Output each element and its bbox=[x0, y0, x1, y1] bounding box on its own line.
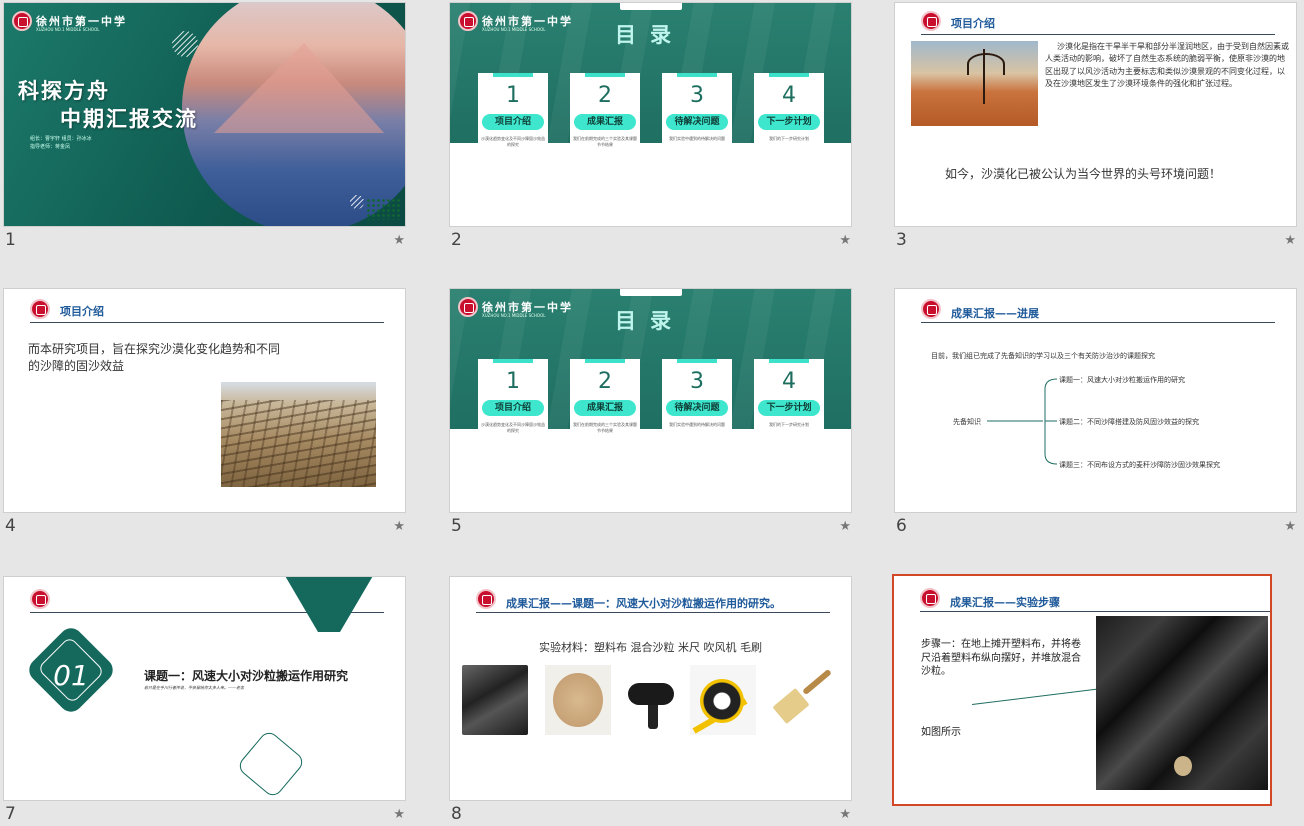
slide-thumbnail-3[interactable]: 项目介绍 沙漠化是指在干旱半干旱和部分半湿润地区，由于受到自然因素或人类活动的影… bbox=[894, 2, 1304, 252]
slide-thumbnail-6[interactable]: 成果汇报——进展 目前，我们组已完成了先备知识的学习以及三个有关防沙治沙的课题探… bbox=[894, 288, 1304, 538]
pointer-line bbox=[971, 688, 1097, 705]
slide-canvas[interactable]: 成果汇报——课题一：风速大小对沙粒搬运作用的研究。 实验材料：塑料布 混合沙粒 … bbox=[449, 576, 852, 801]
slide-body-text: 而本研究项目，旨在探究沙漠化变化趋势和不同的沙障的固沙效益 bbox=[28, 342, 281, 374]
hair-dryer-image bbox=[620, 665, 686, 735]
school-name-en: XUZHOU NO.1 MIDDLE SCHOOL bbox=[36, 27, 100, 32]
toc-title: 目录 bbox=[615, 309, 685, 333]
slide-number: 3 bbox=[896, 230, 907, 250]
stripe-decoration bbox=[350, 195, 364, 209]
slide-meta-members: 组长：曹宇轩 组员：孙冰冰 bbox=[30, 136, 92, 142]
slide-number: 6 bbox=[896, 516, 907, 536]
slide-canvas[interactable]: 项目介绍 而本研究项目，旨在探究沙漠化变化趋势和不同的沙障的固沙效益 bbox=[3, 288, 406, 513]
school-logo-icon bbox=[30, 299, 50, 319]
school-logo-icon bbox=[921, 11, 941, 31]
slide-heading: 成果汇报——课题一：风速大小对沙粒搬运作用的研究。 bbox=[506, 597, 781, 610]
materials-list: 实验材料：塑料布 混合沙粒 米尺 吹风机 毛刷 bbox=[539, 641, 762, 654]
slide-title-line1: 科探方舟 bbox=[18, 79, 110, 103]
section-number: 01 bbox=[53, 659, 89, 692]
tree-connector-lines bbox=[987, 378, 1058, 465]
school-logo-icon bbox=[458, 11, 478, 31]
slide-canvas[interactable]: 成果汇报——进展 目前，我们组已完成了先备知识的学习以及三个有关防沙治沙的课题探… bbox=[894, 288, 1297, 513]
slide-canvas[interactable]: 徐州市第一中学 XUZHOU NO.1 MIDDLE SCHOOL 科探方舟 中… bbox=[3, 2, 406, 227]
tree-topic-node: 课题一：风速大小对沙粒搬运作用的研究 bbox=[1059, 376, 1185, 384]
slide-canvas[interactable]: 徐州市第一中学 XUZHOU NO.1 MIDDLE SCHOOL 目录 1 项目… bbox=[449, 2, 852, 227]
slide-thumbnail-2[interactable]: 徐州市第一中学 XUZHOU NO.1 MIDDLE SCHOOL 目录 1 项目… bbox=[449, 2, 859, 252]
desert-image bbox=[911, 41, 1038, 126]
toc-card: 4 下一步计划 我们的下一步研究计划 bbox=[754, 73, 824, 165]
outline-decoration bbox=[235, 728, 307, 800]
star-icon[interactable]: ★ bbox=[1284, 233, 1296, 248]
star-icon[interactable]: ★ bbox=[1284, 519, 1296, 534]
slide-canvas[interactable]: 徐州市第一中学 XUZHOU NO.1 MIDDLE SCHOOL 目录 1 项目… bbox=[449, 288, 852, 513]
toc-card: 3 待解决问题 我们实验中遇到的待解决的问题 bbox=[662, 359, 732, 451]
school-logo-icon bbox=[30, 589, 50, 609]
figure-caption: 如图所示 bbox=[921, 727, 961, 738]
toc-card: 4 下一步计划 我们的下一步研究计划 bbox=[754, 359, 824, 451]
school-name-en: XUZHOU NO.1 MIDDLE SCHOOL bbox=[482, 313, 546, 318]
slide-number: 1 bbox=[5, 230, 16, 250]
slide-canvas[interactable]: 项目介绍 沙漠化是指在干旱半干旱和部分半湿润地区，由于受到自然因素或人类活动的影… bbox=[894, 2, 1297, 227]
slide-thumbnail-8[interactable]: 成果汇报——课题一：风速大小对沙粒搬运作用的研究。 实验材料：塑料布 混合沙粒 … bbox=[449, 576, 859, 826]
sand-barrier-field-image bbox=[221, 382, 376, 487]
experiment-photo bbox=[1096, 616, 1268, 790]
stripe-decoration bbox=[172, 31, 198, 57]
brush-image bbox=[770, 665, 836, 735]
slide-canvas[interactable]: 成果汇报——实验步骤 步骤一：在地上摊开塑料布，并将卷尺沿着塑料布纵向摆好，并堆… bbox=[892, 574, 1272, 806]
toc-card: 1 项目介绍 沙漠化趋势变化及不同沙障固沙效益的探究 bbox=[478, 73, 548, 165]
star-icon[interactable]: ★ bbox=[393, 807, 405, 822]
slide-number: 5 bbox=[451, 516, 462, 536]
toc-card: 2 成果汇报 我们在前期完成的三个实验及其课题节节结果 bbox=[570, 73, 640, 165]
star-icon[interactable]: ★ bbox=[393, 233, 405, 248]
section-subtitle: 若只是在乎川行者传说，不会留给你太多人来。——老舍 bbox=[144, 685, 244, 690]
slide-heading: 项目介绍 bbox=[951, 17, 995, 30]
school-logo-icon bbox=[920, 588, 940, 608]
school-name-en: XUZHOU NO.1 MIDDLE SCHOOL bbox=[482, 27, 546, 32]
star-icon[interactable]: ★ bbox=[839, 807, 851, 822]
toc-card: 3 待解决问题 我们实验中遇到的待解决的问题 bbox=[662, 73, 732, 165]
star-icon[interactable]: ★ bbox=[839, 519, 851, 534]
section-title: 课题一：风速大小对沙粒搬运作用研究 bbox=[144, 669, 349, 683]
slide-thumbnail-9[interactable]: 成果汇报——实验步骤 步骤一：在地上摊开塑料布，并将卷尺沿着塑料布纵向摆好，并堆… bbox=[892, 574, 1302, 824]
slide-canvas[interactable]: 01 课题一：风速大小对沙粒搬运作用研究 若只是在乎川行者传说，不会留给你太多人… bbox=[3, 576, 406, 801]
toc-title: 目录 bbox=[615, 23, 685, 47]
slide-title-line2: 中期汇报交流 bbox=[60, 107, 198, 131]
toc-card: 2 成果汇报 我们在前期完成的三个实验及其课题节节结果 bbox=[570, 359, 640, 451]
sand-image bbox=[545, 665, 611, 735]
dot-decoration bbox=[366, 198, 402, 220]
school-logo-icon bbox=[12, 11, 32, 31]
slide-body-text: 沙漠化是指在干旱半干旱和部分半湿润地区，由于受到自然因素或人类活动的影响，破坏了… bbox=[1045, 42, 1289, 89]
slide-number: 8 bbox=[451, 804, 462, 824]
slide-number: 7 bbox=[5, 804, 16, 824]
slide-thumbnail-4[interactable]: 项目介绍 而本研究项目，旨在探究沙漠化变化趋势和不同的沙障的固沙效益 4 ★ bbox=[3, 288, 413, 538]
slide-number: 4 bbox=[5, 516, 16, 536]
tree-topic-node: 课题二：不同沙障搭建及防风固沙效益的探究 bbox=[1059, 418, 1199, 426]
school-logo-icon bbox=[476, 589, 496, 609]
toc-card: 1 项目介绍 沙漠化趋势变化及不同沙障固沙效益的探究 bbox=[478, 359, 548, 451]
school-logo-icon bbox=[458, 297, 478, 317]
tape-measure-image bbox=[690, 665, 756, 735]
slide-thumbnail-1[interactable]: 徐州市第一中学 XUZHOU NO.1 MIDDLE SCHOOL 科探方舟 中… bbox=[3, 2, 413, 252]
star-icon[interactable]: ★ bbox=[393, 519, 405, 534]
star-icon[interactable]: ★ bbox=[839, 233, 851, 248]
tree-topic-node: 课题三：不同布设方式的麦秆沙障防沙固沙效果探究 bbox=[1059, 461, 1220, 469]
slide-thumbnail-5[interactable]: 徐州市第一中学 XUZHOU NO.1 MIDDLE SCHOOL 目录 1 项目… bbox=[449, 288, 859, 538]
slide-statement: 如今，沙漠化已被公认为当今世界的头号环境问题！ bbox=[945, 167, 1222, 181]
slide-thumbnail-7[interactable]: 01 课题一：风速大小对沙粒搬运作用研究 若只是在乎川行者传说，不会留给你太多人… bbox=[3, 576, 413, 826]
step-text: 步骤一：在地上摊开塑料布，并将卷尺沿着塑料布纵向摆好，并堆放混合沙粒。 bbox=[921, 639, 1081, 677]
slide-number: 2 bbox=[451, 230, 462, 250]
slide-heading: 成果汇报——实验步骤 bbox=[950, 596, 1060, 609]
corner-decoration bbox=[274, 577, 384, 632]
plastic-sheet-image bbox=[462, 665, 528, 735]
slide-meta-teacher: 指导老师：蒋金凤 bbox=[30, 144, 71, 150]
slide-heading: 项目介绍 bbox=[60, 305, 104, 318]
